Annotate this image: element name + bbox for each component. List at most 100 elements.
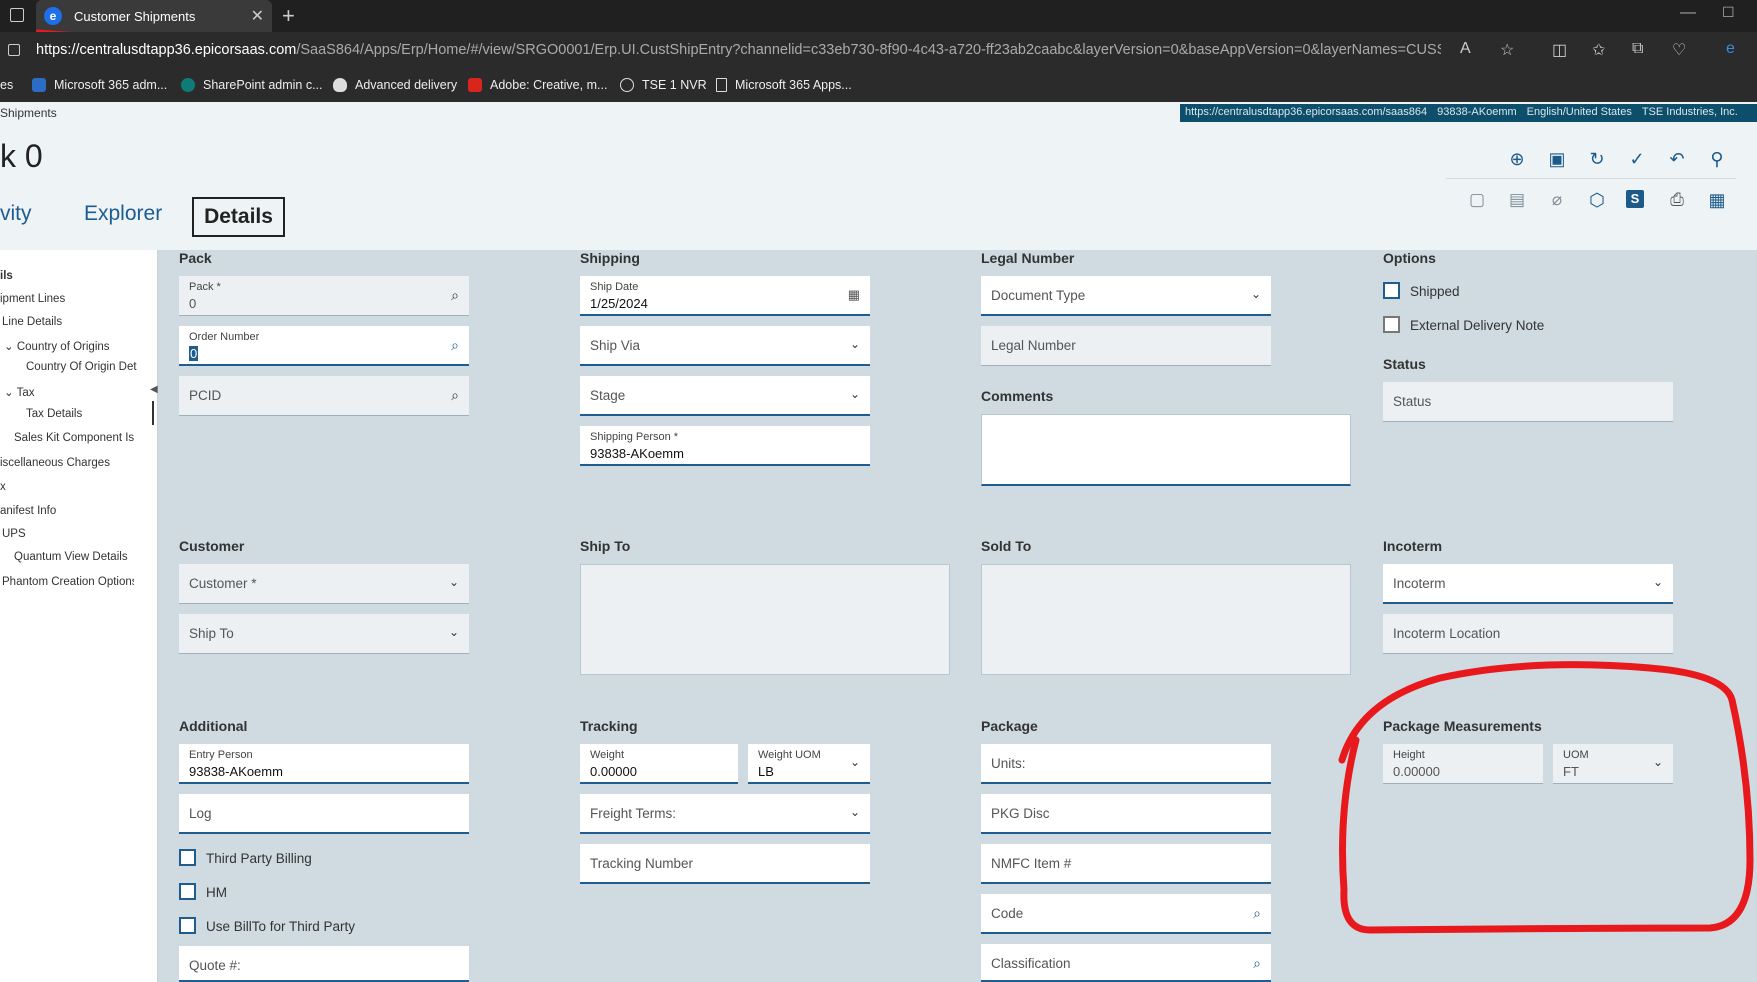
incoterm-dropdown[interactable]: Incoterm ⌄ <box>1383 564 1673 604</box>
use-billto-checkbox[interactable] <box>179 917 196 934</box>
calendar-icon[interactable]: ▦ <box>848 287 860 303</box>
tab-activity[interactable]: vity <box>0 202 32 226</box>
sidebar-item-phantom-creation[interactable]: Phantom Creation Options <box>2 576 134 588</box>
classification-field[interactable]: Classification ⌕ <box>981 944 1271 982</box>
edge-sidebar-icon[interactable]: e <box>1726 40 1735 58</box>
order-number-field[interactable]: Order Number 0 ⌕ <box>179 326 469 366</box>
undo-icon[interactable]: ↶ <box>1666 149 1688 171</box>
split-screen-icon[interactable]: ◫ <box>1552 40 1567 60</box>
pack-field[interactable]: Pack * 0 ⌕ <box>179 276 469 316</box>
sidebar-item-country-origin-det[interactable]: Country Of Origin Det <box>26 361 137 373</box>
sidebar-item-country-of-origins[interactable]: ⌄ Country of Origins <box>4 339 110 353</box>
third-party-billing-checkbox[interactable] <box>179 849 196 866</box>
window-maximize-icon[interactable]: ☐ <box>1722 4 1735 21</box>
sidebar-resize-handle[interactable] <box>152 401 154 425</box>
ship-via-dropdown[interactable]: Ship Via ⌄ <box>580 326 870 366</box>
card-view-icon[interactable]: ▤ <box>1506 190 1528 212</box>
read-aloud-icon[interactable]: A <box>1460 40 1471 58</box>
ship-to-address-textarea[interactable] <box>580 564 950 675</box>
freight-terms-dropdown[interactable]: Freight Terms: ⌄ <box>580 794 870 834</box>
status-field[interactable]: Status <box>1383 382 1673 422</box>
breadcrumb[interactable]: Shipments <box>0 106 57 120</box>
sidebar-item-sales-kit[interactable]: Sales Kit Component Iss <box>14 432 134 444</box>
ship-to-dropdown[interactable]: Ship To ⌄ <box>179 614 469 654</box>
sold-to-address-textarea[interactable] <box>981 564 1351 675</box>
sidebar-item-ups[interactable]: UPS <box>2 528 26 540</box>
chevron-down-icon[interactable]: ⌄ <box>1251 287 1261 301</box>
external-delivery-checkbox[interactable] <box>1383 316 1400 333</box>
quote-field[interactable]: Quote #: <box>179 946 469 982</box>
window-minimize-icon[interactable]: — <box>1680 4 1696 22</box>
favorite-star-icon[interactable]: ☆ <box>1500 40 1514 60</box>
legal-number-field[interactable]: Legal Number <box>981 326 1271 366</box>
units-field[interactable]: Units: <box>981 744 1271 784</box>
sidebar-item-quantum-view[interactable]: Quantum View Details <box>14 551 128 563</box>
customer-dropdown[interactable]: Customer * ⌄ <box>179 564 469 604</box>
sidebar-item-shipment-lines[interactable]: ipment Lines <box>0 293 65 305</box>
tab-details[interactable]: Details <box>192 197 285 237</box>
chevron-down-icon[interactable]: ⌄ <box>850 337 860 351</box>
code-search-icon[interactable]: ⌕ <box>1253 905 1261 922</box>
chevron-down-icon[interactable]: ⌄ <box>449 575 459 589</box>
chevron-down-icon[interactable]: ⌄ <box>1653 575 1663 589</box>
sidebar-item-details[interactable]: ils <box>0 270 13 282</box>
document-type-dropdown[interactable]: Document Type ⌄ <box>981 276 1271 316</box>
chevron-down-icon[interactable]: ⌄ <box>850 805 860 819</box>
expand-icon[interactable]: ⌄ <box>4 387 17 399</box>
pack-search-icon[interactable]: ⌕ <box>451 287 459 304</box>
close-tab-icon[interactable]: ✕ <box>251 6 264 26</box>
tab-actions-icon[interactable] <box>10 8 24 22</box>
nmfc-item-field[interactable]: NMFC Item # <box>981 844 1271 884</box>
sidebar-item-manifest-info[interactable]: anifest Info <box>0 505 56 517</box>
collapse-sidebar-icon[interactable]: ◀ <box>150 384 158 395</box>
hm-checkbox[interactable] <box>179 883 196 900</box>
url-field[interactable]: https://centralusdtapp36.epicorsaas.com/… <box>36 42 1441 58</box>
new-tab-icon[interactable]: + <box>282 3 295 29</box>
sidebar-item-tax-details[interactable]: Tax Details <box>26 408 82 420</box>
sidebar-item-x[interactable]: x <box>0 481 6 493</box>
favorites-icon[interactable]: ✩ <box>1592 40 1605 60</box>
save-icon[interactable]: ▣ <box>1546 149 1568 171</box>
layout-icon[interactable]: ▦ <box>1706 190 1728 212</box>
code-field[interactable]: Code ⌕ <box>981 894 1271 934</box>
bookmark-sharepoint[interactable]: SharePoint admin c... <box>181 78 323 92</box>
clear-icon[interactable]: ✓ <box>1626 149 1648 171</box>
bookmark-m365-admin[interactable]: Microsoft 365 adm... <box>32 78 167 92</box>
shipping-person-field[interactable]: Shipping Person * 93838-AKoemm <box>580 426 870 466</box>
comments-textarea[interactable] <box>981 414 1351 486</box>
expand-icon[interactable]: ⌄ <box>4 341 17 353</box>
weight-uom-dropdown[interactable]: Weight UOM LB ⌄ <box>748 744 870 784</box>
pkg-disc-field[interactable]: PKG Disc <box>981 794 1271 834</box>
bookmark-0[interactable]: es <box>0 78 13 92</box>
tab-explorer[interactable]: Explorer <box>84 202 162 226</box>
package-icon[interactable]: ⬡ <box>1586 190 1608 212</box>
incoterm-location-field[interactable]: Incoterm Location <box>1383 614 1673 654</box>
bookmark-m365-apps[interactable]: Microsoft 365 Apps... <box>716 78 852 92</box>
browser-essentials-icon[interactable]: ♡ <box>1672 40 1686 60</box>
search-icon[interactable]: ⚲ <box>1706 149 1728 171</box>
collections-icon[interactable]: ⧉ <box>1632 40 1643 58</box>
bookmark-advanced-delivery[interactable]: Advanced delivery <box>333 78 457 92</box>
chevron-down-icon[interactable]: ⌄ <box>850 387 860 401</box>
shipped-checkbox[interactable] <box>1383 282 1400 299</box>
stage-dropdown[interactable]: Stage ⌄ <box>580 376 870 416</box>
chevron-down-icon[interactable]: ⌄ <box>850 755 860 769</box>
bookmark-tse-nvr[interactable]: TSE 1 NVR <box>620 78 707 92</box>
bookmark-adobe[interactable]: Adobe: Creative, m... <box>468 78 607 92</box>
order-search-icon[interactable]: ⌕ <box>451 337 459 354</box>
classification-search-icon[interactable]: ⌕ <box>1253 955 1261 972</box>
refresh-icon[interactable]: ↻ <box>1586 149 1608 171</box>
sidebar-item-line-details[interactable]: Line Details <box>2 316 62 328</box>
add-new-icon[interactable]: ⊕ <box>1506 149 1528 171</box>
entry-person-field[interactable]: Entry Person 93838-AKoemm <box>179 744 469 784</box>
tracking-number-field[interactable]: Tracking Number <box>580 844 870 884</box>
sidebar-item-misc-charges[interactable]: iscellaneous Charges <box>0 457 110 469</box>
chevron-down-icon[interactable]: ⌄ <box>449 625 459 639</box>
pcid-search-icon[interactable]: ⌕ <box>451 387 459 404</box>
ship-date-field[interactable]: Ship Date 1/25/2024 ▦ <box>580 276 870 316</box>
sidebar-item-tax[interactable]: ⌄ Tax <box>4 385 35 399</box>
print-icon[interactable]: ⎙ <box>1666 190 1688 212</box>
lock-icon[interactable] <box>8 44 20 56</box>
weight-field[interactable]: Weight 0.00000 <box>580 744 738 784</box>
pcid-field[interactable]: PCID ⌕ <box>179 376 469 416</box>
